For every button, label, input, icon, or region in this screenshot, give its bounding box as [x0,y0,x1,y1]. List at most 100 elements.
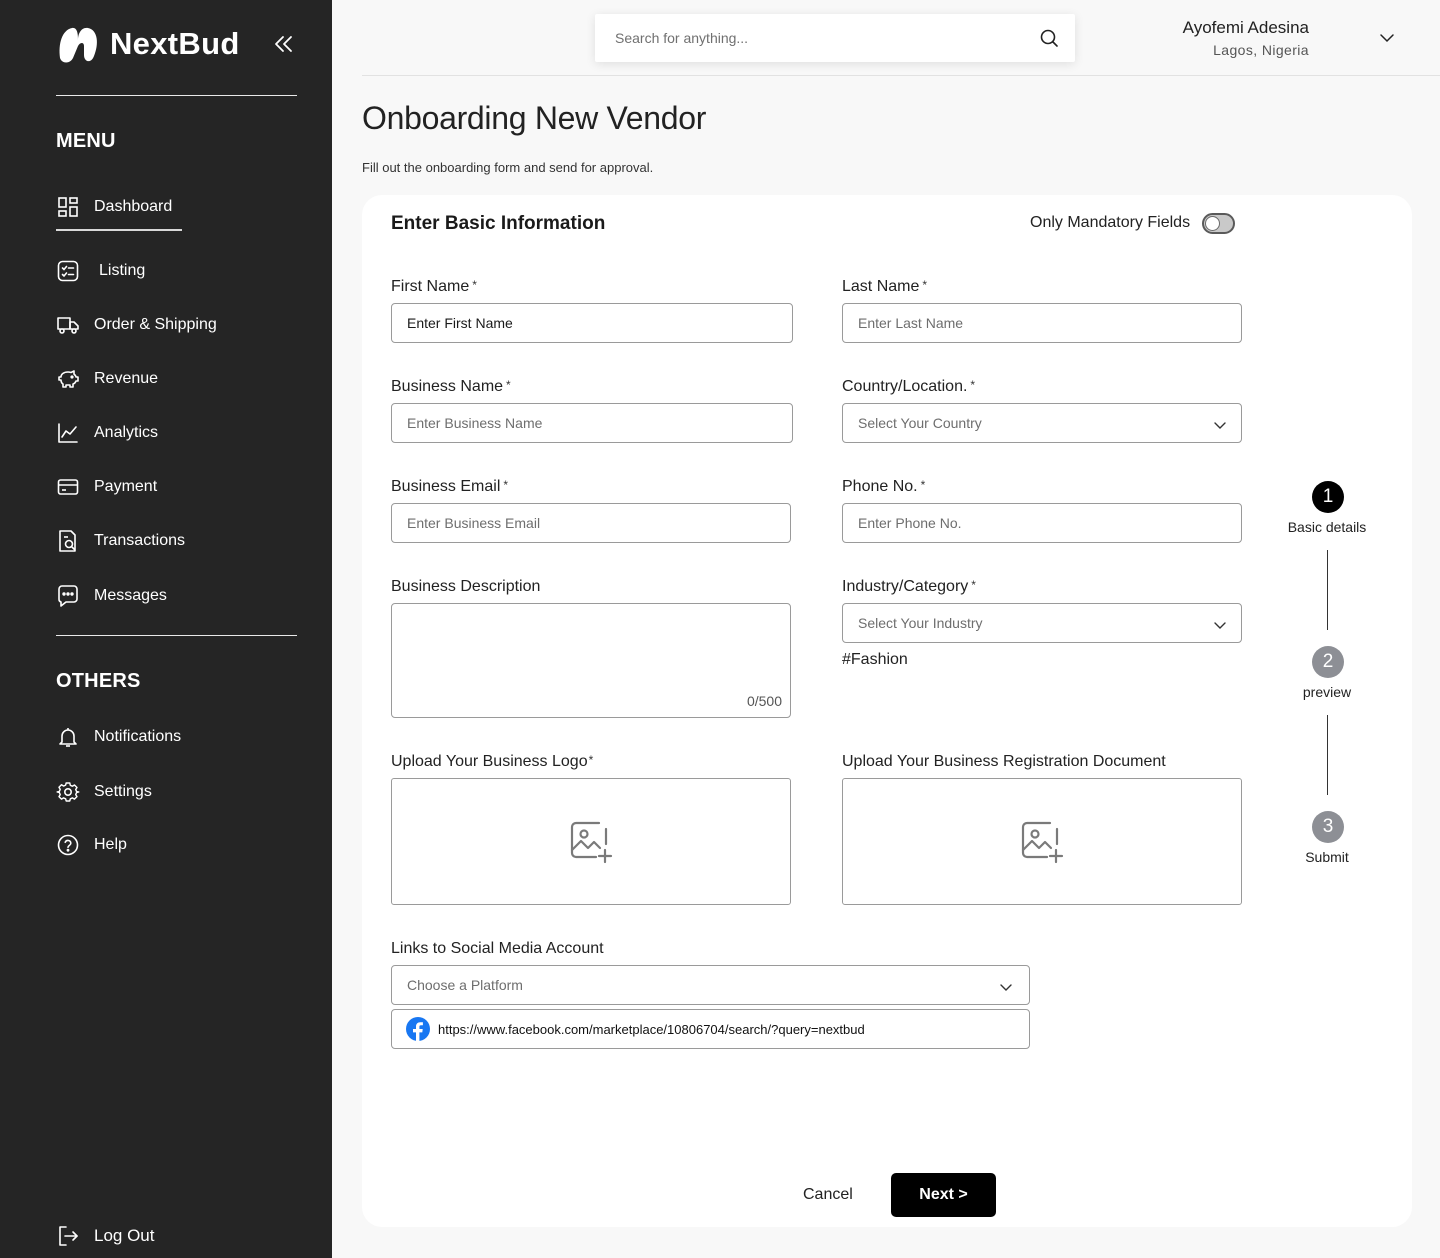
business-email-label: Business Email * [391,478,509,495]
platform-select[interactable]: Choose a Platform [391,965,1030,1005]
step-1-label: Basic details [1287,519,1367,535]
sidebar-item-dashboard[interactable]: Dashboard [56,193,183,231]
last-name-field[interactable]: Enter Last Name [842,303,1242,343]
sidebar-item-order-shipping[interactable]: Order & Shipping [56,311,217,339]
search-icon[interactable] [1039,28,1059,48]
others-section-title: OTHERS [56,670,141,692]
user-name: Ayofemi Adesina [1182,18,1309,37]
brand-logo[interactable]: NextBud [56,22,240,66]
first-name-field[interactable]: Enter First Name [391,303,793,343]
social-link-field[interactable]: https://www.facebook.com/marketplace/108… [391,1009,1030,1049]
sidebar-divider [56,635,297,636]
analytics-icon [58,423,78,443]
facebook-icon [406,1017,430,1041]
sidebar-item-messages[interactable]: Messages [56,582,167,610]
sidebar-item-notifications[interactable]: Notifications [56,723,181,751]
logout-button[interactable]: Log Out [56,1222,155,1250]
last-name-label: Last Name * [842,278,928,295]
image-add-icon [1021,821,1064,863]
country-select-value: Select Your Country [858,415,982,431]
onboarding-form-card: Enter Basic Information Only Mandatory F… [362,195,1412,1227]
chevron-down-icon[interactable] [1379,30,1395,46]
chevron-down-icon [1214,622,1226,629]
menu-section-title: MENU [56,130,116,152]
step-2-label: preview [1302,684,1352,700]
sidebar-item-label: Analytics [94,424,159,441]
piggy-bank-icon [58,370,79,388]
step-2-indicator: 2 [1312,646,1344,678]
country-select[interactable]: Select Your Country [842,403,1242,443]
dashboard-icon [58,197,78,217]
mandatory-fields-toggle[interactable] [1202,213,1235,234]
search-input[interactable] [615,30,1039,46]
help-icon [57,834,79,856]
sidebar-item-label: Transactions [94,532,185,549]
business-email-field[interactable]: Enter Business Email [391,503,791,543]
chevron-down-icon [1214,422,1226,429]
logo-upload-dropzone[interactable] [391,778,791,905]
phone-label: Phone No. * [842,478,926,495]
sidebar-item-label: Settings [94,783,152,800]
sidebar-item-label: Messages [94,587,167,604]
industry-tag[interactable]: #Fashion [842,651,908,669]
gear-icon [56,782,80,802]
industry-label: Industry/Category * [842,578,976,595]
logo-mark-icon [59,27,97,63]
sidebar-item-label: Order & Shipping [94,316,217,333]
logo-upload-label: Upload Your Business Logo* [391,753,594,770]
step-3-indicator: 3 [1312,811,1344,843]
step-connector [1327,715,1328,795]
phone-field[interactable]: Enter Phone No. [842,503,1242,543]
business-name-field[interactable]: Enter Business Name [391,403,793,443]
sidebar-divider [56,95,297,96]
sidebar-item-label: Help [94,836,127,853]
sidebar-item-listing[interactable]: Listing [56,257,145,285]
business-description-textarea[interactable]: 0/500 [391,603,791,718]
page-title: Onboarding New Vendor [362,100,707,136]
step-connector [1327,550,1328,630]
page-subtitle: Fill out the onboarding form and send fo… [362,160,654,175]
mandatory-toggle-label: Only Mandatory Fields [1030,214,1191,231]
brand-name: NextBud [110,26,240,61]
message-icon [58,585,78,607]
sidebar-item-settings[interactable]: Settings [56,778,152,806]
search-bar[interactable] [595,14,1075,62]
image-add-icon [570,821,613,863]
platform-select-value: Choose a Platform [407,977,523,993]
truck-icon [57,317,79,334]
step-1-indicator: 1 [1312,481,1344,513]
transactions-icon [59,530,76,552]
business-name-label: Business Name * [391,378,511,395]
sidebar-item-help[interactable]: Help [56,831,127,859]
step-3-label: Submit [1305,849,1349,865]
sidebar-item-revenue[interactable]: Revenue [56,365,158,393]
industry-select-value: Select Your Industry [858,615,983,631]
sidebar-item-payment[interactable]: Payment [56,473,157,501]
industry-select[interactable]: Select Your Industry [842,603,1242,643]
next-button[interactable]: Next > [891,1173,996,1217]
sidebar-item-analytics[interactable]: Analytics [56,419,158,447]
toggle-knob [1205,216,1220,231]
first-name-label: First Name * [391,278,477,295]
sidebar-item-transactions[interactable]: Transactions [56,527,185,555]
card-icon [57,479,79,495]
collapse-sidebar-icon[interactable] [270,32,296,56]
sidebar: NextBud MENU Dashboard Listing Order & S… [0,0,332,1258]
bell-icon [59,728,77,747]
sidebar-item-label: Revenue [94,370,159,387]
header-divider [362,75,1440,76]
social-links-label: Links to Social Media Account [391,940,604,957]
form-section-title: Enter Basic Information [391,213,606,234]
user-profile[interactable]: Ayofemi Adesina Lagos, Nigeria [1183,18,1309,58]
registration-doc-dropzone[interactable] [842,778,1242,905]
chevron-down-icon [1000,984,1012,991]
sidebar-item-label: Notifications [94,728,182,745]
country-label: Country/Location. * [842,378,976,395]
logout-label: Log Out [94,1226,155,1245]
character-counter: 0/500 [746,693,782,709]
registration-doc-label: Upload Your Business Registration Docume… [842,753,1166,770]
cancel-button[interactable]: Cancel [803,1186,853,1204]
listing-icon [57,260,79,282]
social-link-value: https://www.facebook.com/marketplace/108… [438,1021,865,1037]
sidebar-item-label: Listing [99,262,146,279]
